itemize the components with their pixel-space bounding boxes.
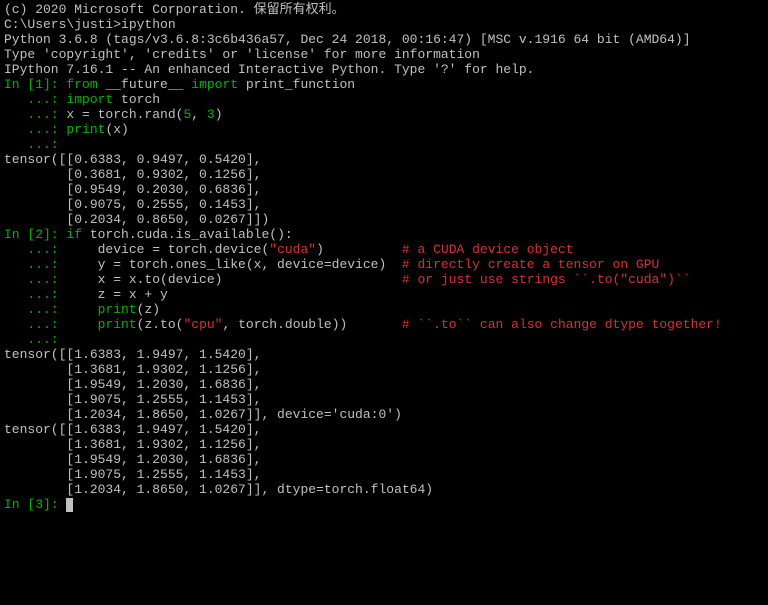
in2-line3: ...: y = torch.ones_like(x, device=devic… <box>4 257 764 272</box>
text: print_function <box>238 77 355 92</box>
in1-line4: ...: print(x) <box>4 122 764 137</box>
out2-tensor-row: [1.3681, 1.9302, 1.1256], <box>4 362 764 377</box>
prompt-cont: ...: <box>4 137 66 152</box>
out2-tensor-row: tensor([[1.6383, 1.9497, 1.5420], <box>4 347 764 362</box>
ipython-version-line: IPython 7.16.1 -- An enhanced Interactiv… <box>4 62 764 77</box>
print-call: print <box>98 302 137 317</box>
comment: # a CUDA device object <box>402 242 574 257</box>
prompt-in3: In [3]: <box>4 497 66 512</box>
code: device = torch.device( <box>66 242 269 257</box>
out1-tensor-row: [0.2034, 0.8650, 0.0267]]) <box>4 212 764 227</box>
prompt-cont: ...: <box>4 107 66 122</box>
code: , torch.double)) <box>222 317 401 332</box>
comment: # ``.to`` can also change dtype together… <box>402 317 722 332</box>
string-cuda: "cuda" <box>269 242 316 257</box>
indent <box>66 302 97 317</box>
kw-import: import <box>191 77 238 92</box>
comma: , <box>191 107 207 122</box>
in2-line5: ...: z = x + y <box>4 287 764 302</box>
string-cpu: "cpu" <box>183 317 222 332</box>
kw-if: if <box>66 227 82 242</box>
code: x = x.to(device) <box>66 272 401 287</box>
python-version-line: Python 3.6.8 (tags/v3.6.8:3c6b436a57, De… <box>4 32 764 47</box>
print-call: print <box>66 122 105 137</box>
in1-line1: In [1]: from __future__ import print_fun… <box>4 77 764 92</box>
in2-line8: ...: <box>4 332 764 347</box>
code: (z.to( <box>137 317 184 332</box>
out2-tensor-row: [1.2034, 1.8650, 1.0267]], dtype=torch.f… <box>4 482 764 497</box>
condition: torch.cuda.is_available(): <box>82 227 293 242</box>
out2-tensor-row: tensor([[1.6383, 1.9497, 1.5420], <box>4 422 764 437</box>
type-info-line: Type 'copyright', 'credits' or 'license'… <box>4 47 764 62</box>
prompt-cont: ...: <box>4 122 66 137</box>
prompt-in2: In [2]: <box>4 227 66 242</box>
in2-line6: ...: print(z) <box>4 302 764 317</box>
out2-tensor-row: [1.9075, 1.2555, 1.1453], <box>4 392 764 407</box>
code: ) <box>316 242 402 257</box>
prompt-cont: ...: <box>4 302 66 317</box>
number-3: 3 <box>207 107 215 122</box>
out1-tensor-row: [0.9075, 0.2555, 0.1453], <box>4 197 764 212</box>
out1-tensor-row: [0.3681, 0.9302, 0.1256], <box>4 167 764 182</box>
prompt-cont: ...: <box>4 317 66 332</box>
in2-line2: ...: device = torch.device("cuda") # a C… <box>4 242 764 257</box>
kw-import: import <box>66 92 113 107</box>
out2-tensor-row: [1.9549, 1.2030, 1.6836], <box>4 377 764 392</box>
out1-tensor-row: [0.9549, 0.2030, 0.6836], <box>4 182 764 197</box>
comment: # or just use strings ``.to("cuda")`` <box>402 272 691 287</box>
paren: ) <box>215 107 223 122</box>
out2-tensor-row: [1.9549, 1.2030, 1.6836], <box>4 452 764 467</box>
cmd-prompt-line: C:\Users\justi>ipython <box>4 17 764 32</box>
in1-line5: ...: <box>4 137 764 152</box>
code: y = torch.ones_like(x, device=device) <box>66 257 401 272</box>
module-torch: torch <box>113 92 160 107</box>
in1-line3: ...: x = torch.rand(5, 3) <box>4 107 764 122</box>
in1-line2: ...: import torch <box>4 92 764 107</box>
in2-line1: In [2]: if torch.cuda.is_available(): <box>4 227 764 242</box>
copyright-line: (c) 2020 Microsoft Corporation. 保留所有权利。 <box>4 2 764 17</box>
out2-tensor-row: [1.2034, 1.8650, 1.0267]], device='cuda:… <box>4 407 764 422</box>
prompt-cont: ...: <box>4 332 66 347</box>
in3-line[interactable]: In [3]: <box>4 497 764 512</box>
prompt-in1: In [1]: <box>4 77 66 92</box>
prompt-cont: ...: <box>4 257 66 272</box>
in2-line7: ...: print(z.to("cpu", torch.double)) # … <box>4 317 764 332</box>
module-future: __future__ <box>98 77 192 92</box>
print-arg: (z) <box>137 302 160 317</box>
cursor-icon <box>66 498 73 512</box>
prompt-cont: ...: <box>4 272 66 287</box>
prompt-cont: ...: <box>4 92 66 107</box>
prompt-cont: ...: <box>4 287 66 302</box>
out2-tensor-row: [1.9075, 1.2555, 1.1453], <box>4 467 764 482</box>
out2-tensor-row: [1.3681, 1.9302, 1.1256], <box>4 437 764 452</box>
prompt-cont: ...: <box>4 242 66 257</box>
terminal-output: (c) 2020 Microsoft Corporation. 保留所有权利。 … <box>4 2 764 512</box>
print-arg: (x) <box>105 122 128 137</box>
code: z = x + y <box>66 287 167 302</box>
print-call: print <box>98 317 137 332</box>
code: x = torch.rand( <box>66 107 183 122</box>
comment: # directly create a tensor on GPU <box>402 257 659 272</box>
kw-from: from <box>66 77 97 92</box>
out1-tensor-row: tensor([[0.6383, 0.9497, 0.5420], <box>4 152 764 167</box>
indent <box>66 317 97 332</box>
in2-line4: ...: x = x.to(device) # or just use stri… <box>4 272 764 287</box>
